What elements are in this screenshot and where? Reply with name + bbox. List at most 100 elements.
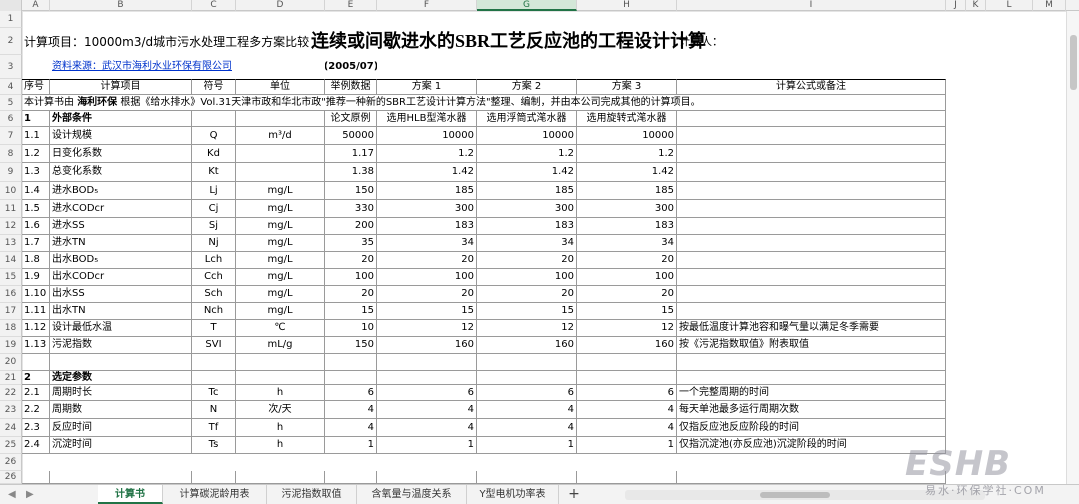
- plan3-value-cell[interactable]: 100: [577, 269, 677, 286]
- column-header-i[interactable]: I: [677, 0, 946, 11]
- plan2-value-cell[interactable]: 20: [477, 286, 577, 303]
- note-cell[interactable]: 每天单池最多运行周期次数: [677, 401, 946, 419]
- item-cell[interactable]: 周期数: [50, 401, 192, 419]
- note-cell[interactable]: [677, 127, 946, 145]
- partial-cell[interactable]: [577, 471, 677, 484]
- note-cell[interactable]: [677, 145, 946, 163]
- partial-cell[interactable]: [236, 471, 325, 484]
- seq-cell[interactable]: 1.7: [22, 235, 50, 252]
- column-header-g[interactable]: G: [477, 0, 577, 11]
- symbol-cell[interactable]: Cch: [192, 269, 236, 286]
- plan3-value-cell[interactable]: 20: [577, 286, 677, 303]
- seq-cell[interactable]: 1.13: [22, 337, 50, 354]
- plan3-value-cell[interactable]: 12: [577, 320, 677, 337]
- column-header-b[interactable]: B: [50, 0, 192, 11]
- example-value-cell[interactable]: 1: [325, 437, 377, 454]
- example-value-cell[interactable]: 10: [325, 320, 377, 337]
- unit-cell[interactable]: mL/g: [236, 337, 325, 354]
- example-value-cell[interactable]: 35: [325, 235, 377, 252]
- symbol-cell[interactable]: Q: [192, 127, 236, 145]
- row-header-2[interactable]: 2: [0, 28, 22, 55]
- plan3-value-cell[interactable]: 1: [577, 437, 677, 454]
- example-value-cell[interactable]: 1.17: [325, 145, 377, 163]
- note-cell[interactable]: 按《污泥指数取值》附表取值: [677, 337, 946, 354]
- symbol-cell[interactable]: Kt: [192, 163, 236, 182]
- empty-cell[interactable]: [477, 354, 577, 371]
- sub-header-example[interactable]: 论文原例: [325, 111, 377, 127]
- unit-cell[interactable]: mg/L: [236, 286, 325, 303]
- source-year-cell[interactable]: (2005/07): [325, 55, 377, 79]
- plan3-value-cell[interactable]: 183: [577, 218, 677, 235]
- seq-cell[interactable]: 1.9: [22, 269, 50, 286]
- plan2-value-cell[interactable]: 300: [477, 200, 577, 218]
- plan2-value-cell[interactable]: 4: [477, 401, 577, 419]
- unit-cell[interactable]: h: [236, 419, 325, 437]
- note-cell[interactable]: [677, 235, 946, 252]
- symbol-cell[interactable]: Nj: [192, 235, 236, 252]
- item-cell[interactable]: 进水TN: [50, 235, 192, 252]
- row-header-10[interactable]: 10: [0, 182, 22, 200]
- unit-cell[interactable]: mg/L: [236, 182, 325, 200]
- plan1-value-cell[interactable]: 1: [377, 437, 477, 454]
- plan1-value-cell[interactable]: 100: [377, 269, 477, 286]
- symbol-cell[interactable]: Ts: [192, 437, 236, 454]
- symbol-cell[interactable]: SVI: [192, 337, 236, 354]
- seq-cell[interactable]: 2.3: [22, 419, 50, 437]
- sheet-tab-2[interactable]: 计算碳泥龄用表: [163, 485, 267, 504]
- plan3-value-cell[interactable]: 160: [577, 337, 677, 354]
- row-header-26[interactable]: 26: [0, 471, 22, 484]
- seq-cell[interactable]: 1.10: [22, 286, 50, 303]
- section-2-cell[interactable]: [677, 371, 946, 385]
- section-2-cell[interactable]: [192, 371, 236, 385]
- plan2-value-cell[interactable]: 185: [477, 182, 577, 200]
- example-value-cell[interactable]: 20: [325, 252, 377, 269]
- partial-cell[interactable]: [22, 471, 50, 484]
- seq-cell[interactable]: 1.4: [22, 182, 50, 200]
- plan3-value-cell[interactable]: 1.2: [577, 145, 677, 163]
- plan1-value-cell[interactable]: 20: [377, 286, 477, 303]
- unit-cell[interactable]: mg/L: [236, 218, 325, 235]
- seq-cell[interactable]: 1.2: [22, 145, 50, 163]
- header-seq[interactable]: 序号: [22, 79, 50, 95]
- row-header-3[interactable]: 3: [0, 55, 22, 79]
- row-header-26[interactable]: 26: [0, 454, 22, 471]
- column-header-f[interactable]: F: [377, 0, 477, 11]
- section-1-name[interactable]: 外部条件: [50, 111, 192, 127]
- empty-cell[interactable]: [50, 354, 192, 371]
- plan2-value-cell[interactable]: 100: [477, 269, 577, 286]
- item-cell[interactable]: 反应时间: [50, 419, 192, 437]
- note-cell[interactable]: [677, 303, 946, 320]
- partial-cell[interactable]: [377, 471, 477, 484]
- symbol-cell[interactable]: T: [192, 320, 236, 337]
- sheet-tab-5[interactable]: Y型电机功率表: [467, 485, 559, 504]
- column-header-j[interactable]: J: [946, 0, 966, 11]
- section-2-cell[interactable]: [577, 371, 677, 385]
- unit-cell[interactable]: mg/L: [236, 303, 325, 320]
- example-value-cell[interactable]: 150: [325, 182, 377, 200]
- plan2-value-cell[interactable]: 34: [477, 235, 577, 252]
- add-sheet-button[interactable]: +: [566, 485, 582, 504]
- note-cell[interactable]: [677, 218, 946, 235]
- example-value-cell[interactable]: 4: [325, 419, 377, 437]
- seq-cell[interactable]: 2.4: [22, 437, 50, 454]
- horizontal-scroll-thumb[interactable]: [760, 492, 830, 498]
- plan3-value-cell[interactable]: 4: [577, 419, 677, 437]
- next-sheet-icon[interactable]: ▶: [26, 489, 34, 500]
- plan1-value-cell[interactable]: 160: [377, 337, 477, 354]
- unit-cell[interactable]: 次/天: [236, 401, 325, 419]
- plan1-value-cell[interactable]: 34: [377, 235, 477, 252]
- item-cell[interactable]: 污泥指数: [50, 337, 192, 354]
- item-cell[interactable]: 沉淀时间: [50, 437, 192, 454]
- plan3-value-cell[interactable]: 300: [577, 200, 677, 218]
- section-1-symbol[interactable]: [192, 111, 236, 127]
- row-header-12[interactable]: 12: [0, 218, 22, 235]
- unit-cell[interactable]: mg/L: [236, 269, 325, 286]
- row-header-9[interactable]: 9: [0, 163, 22, 182]
- plan2-value-cell[interactable]: 1: [477, 437, 577, 454]
- row-header-7[interactable]: 7: [0, 127, 22, 145]
- column-header-k[interactable]: K: [966, 0, 986, 11]
- item-cell[interactable]: 总变化系数: [50, 163, 192, 182]
- item-cell[interactable]: 设计规模: [50, 127, 192, 145]
- plan2-value-cell[interactable]: 1.2: [477, 145, 577, 163]
- example-value-cell[interactable]: 100: [325, 269, 377, 286]
